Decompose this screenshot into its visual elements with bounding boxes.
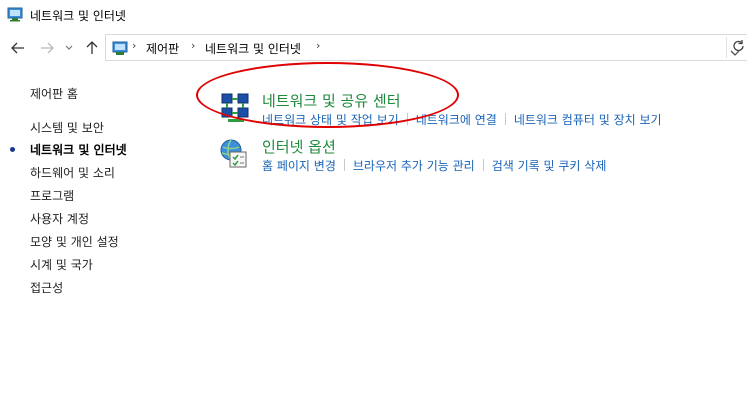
title-bar: 네트워크 및 인터넷 xyxy=(0,0,747,30)
connect-to-network-link[interactable]: 네트워크에 연결 xyxy=(416,113,497,127)
breadcrumb-separator[interactable]: › xyxy=(132,39,136,52)
sidebar-item-system-security[interactable]: 시스템 및 보안 xyxy=(30,119,104,136)
breadcrumb-control-panel[interactable]: 제어판 xyxy=(146,40,179,57)
arrow-left-icon xyxy=(11,42,24,54)
internet-options-icon[interactable] xyxy=(218,138,250,170)
sidebar-item-programs[interactable]: 프로그램 xyxy=(30,187,74,204)
address-divider xyxy=(726,37,727,58)
breadcrumb-separator[interactable]: › xyxy=(316,39,320,52)
delete-browsing-history-link[interactable]: 검색 기록 및 쿠키 삭제 xyxy=(492,159,607,173)
task-divider xyxy=(343,159,345,171)
breadcrumb-separator[interactable]: › xyxy=(191,39,195,52)
sidebar-item-control-panel-home[interactable]: 제어판 홈 xyxy=(30,85,78,102)
active-bullet xyxy=(10,147,15,152)
refresh-icon xyxy=(733,40,744,52)
forward-button[interactable] xyxy=(37,38,57,58)
network-sharing-center-icon[interactable] xyxy=(220,92,252,124)
main-content: 네트워크 및 공유 센터 네트워크 상태 및 작업 보기 네트워크에 연결 네트워크… xyxy=(190,66,747,408)
sidebar-item-clock-region[interactable]: 시계 및 국가 xyxy=(30,256,93,273)
network-sharing-task-list: 네트워크 상태 및 작업 보기 네트워크에 연결 네트워크 컴퓨터 및 장치 보기 xyxy=(262,111,662,128)
breadcrumb-network-internet[interactable]: 네트워크 및 인터넷 xyxy=(205,40,301,57)
chevron-down-icon xyxy=(65,45,73,50)
refresh-button[interactable] xyxy=(733,38,745,57)
task-divider xyxy=(482,159,484,171)
task-divider xyxy=(406,113,408,125)
recent-locations-button[interactable] xyxy=(62,38,76,58)
internet-options-task-list: 홈 페이지 변경 브라우저 추가 기능 관리 검색 기록 및 쿠키 삭제 xyxy=(262,157,606,174)
arrow-up-icon xyxy=(86,41,98,54)
window-title: 네트워크 및 인터넷 xyxy=(30,9,126,23)
up-button[interactable] xyxy=(82,38,102,58)
sidebar-item-accessibility[interactable]: 접근성 xyxy=(30,279,63,296)
sidebar-item-network-internet[interactable]: 네트워크 및 인터넷 xyxy=(30,141,127,158)
back-button[interactable] xyxy=(8,38,28,58)
sidebar-item-user-accounts[interactable]: 사용자 계정 xyxy=(30,210,89,227)
control-panel-icon xyxy=(112,41,128,55)
manage-browser-addons-link[interactable]: 브라우저 추가 기능 관리 xyxy=(353,159,475,173)
task-divider xyxy=(504,113,506,125)
navigation-bar: › 제어판 › 네트워크 및 인터넷 › xyxy=(0,30,747,66)
arrow-right-icon xyxy=(41,42,54,54)
address-bar[interactable]: › 제어판 › 네트워크 및 인터넷 › xyxy=(105,34,747,61)
sidebar: 제어판 홈 시스템 및 보안 네트워크 및 인터넷 하드웨어 및 소리 프로그램… xyxy=(0,66,190,408)
view-network-status-link[interactable]: 네트워크 상태 및 작업 보기 xyxy=(262,113,399,127)
network-folder-icon xyxy=(7,7,23,22)
sidebar-item-appearance[interactable]: 모양 및 개인 설정 xyxy=(30,233,119,250)
change-home-page-link[interactable]: 홈 페이지 변경 xyxy=(262,159,336,173)
network-sharing-center-title[interactable]: 네트워크 및 공유 센터 xyxy=(262,90,401,111)
internet-options-title[interactable]: 인터넷 옵션 xyxy=(262,136,336,157)
view-network-computers-link[interactable]: 네트워크 컴퓨터 및 장치 보기 xyxy=(514,113,662,127)
sidebar-item-hardware-sound[interactable]: 하드웨어 및 소리 xyxy=(30,164,115,181)
